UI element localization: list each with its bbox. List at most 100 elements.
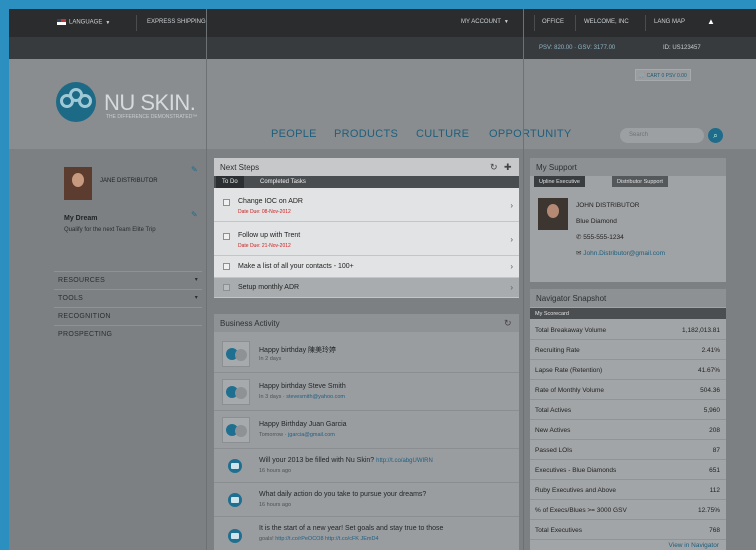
metric-value: 651 — [709, 467, 720, 474]
activity-title: Happy birthday 陳美玲婷 — [259, 347, 337, 354]
birthday-icon — [222, 379, 250, 405]
birthday-icon — [222, 341, 250, 367]
sidebar-item-prospecting[interactable]: PROSPECTING — [54, 325, 202, 343]
task-checkbox[interactable] — [223, 263, 230, 270]
view-in-navigator-link[interactable]: View in Navigator — [669, 542, 719, 549]
activity-title: Will your 2013 be filled with Nu Skin? h… — [259, 457, 433, 464]
metric-row: Rate of Monthly Volume 504.36 — [530, 380, 726, 400]
account-subbar: PSV: 820.00 · GSV: 3177.00 ID: US123457 — [9, 37, 756, 59]
avatar[interactable] — [538, 198, 568, 230]
metric-label: Passed LOIs — [535, 447, 573, 454]
task-due: Date Due: 21-Nov-2012 — [238, 243, 291, 249]
chevron-down-icon: ▼ — [503, 19, 509, 25]
profile-name[interactable]: JANE DISTRIBUTOR — [100, 178, 158, 184]
email-link[interactable]: jgarcia@gmail.com — [288, 432, 335, 438]
search-input[interactable]: Search — [620, 128, 704, 143]
chevron-up-icon[interactable]: ▲ — [707, 17, 715, 26]
refresh-icon[interactable]: ↻ — [504, 318, 512, 329]
divider — [136, 15, 137, 31]
post-link[interactable]: http://t.co/rPeOCO8 http://t.co/cFK JEmD… — [275, 536, 378, 542]
office-link[interactable]: OFFICE — [542, 19, 564, 25]
activity-meta: In 2 days — [259, 356, 282, 362]
my-account-menu[interactable]: MY ACCOUNT ▼ — [461, 19, 509, 25]
metric-label: Ruby Executives and Above — [535, 487, 616, 494]
dream-title: My Dream — [64, 215, 98, 222]
nav-culture[interactable]: CULTURE — [416, 128, 469, 140]
support-email[interactable]: ✉ John.Distributor@gmail.com — [576, 249, 665, 257]
metric-value: 768 — [709, 527, 720, 534]
add-icon[interactable]: ✚ — [504, 162, 512, 173]
activity-item[interactable]: What daily action do you take to pursue … — [214, 483, 519, 517]
welcome-link[interactable]: WELCOME, INC — [584, 19, 629, 25]
metric-row: Executives - Blue Diamonds 651 — [530, 460, 726, 480]
task-row[interactable]: Setup monthly ADR › — [214, 278, 519, 298]
metric-label: Total Executives — [535, 527, 582, 534]
task-row[interactable]: Make a list of all your contacts - 100+ … — [214, 256, 519, 278]
nav-products[interactable]: PRODUCTS — [334, 128, 398, 140]
cart-button[interactable]: 🛒 CART 0 PSV 0.00 — [635, 69, 691, 81]
avatar[interactable] — [64, 167, 92, 200]
tab-to-do[interactable]: To Do — [216, 176, 244, 188]
sidebar-item-tools[interactable]: TOOLS ▾ — [54, 289, 202, 307]
chevron-right-icon[interactable]: › — [510, 262, 513, 271]
panel-title: Next Steps — [214, 158, 519, 176]
task-title: Make a list of all your contacts - 100+ — [238, 263, 354, 270]
nav-opportunity[interactable]: OPPORTUNITY — [489, 128, 572, 140]
metric-value: 208 — [709, 427, 720, 434]
task-title: Setup monthly ADR — [238, 284, 300, 291]
panel-title: Navigator Snapshot — [530, 289, 726, 307]
chevron-down-icon: ▾ — [194, 295, 198, 301]
activity-item[interactable]: Will your 2013 be filled with Nu Skin? h… — [214, 449, 519, 483]
activity-item[interactable]: Happy birthday 陳美玲婷 In 2 days — [214, 336, 519, 373]
birthday-icon — [222, 417, 250, 443]
tab-completed-tasks[interactable]: Completed Tasks — [254, 176, 312, 188]
brand-name[interactable]: NU SKIN. — [104, 90, 196, 116]
refresh-icon[interactable]: ↻ — [490, 162, 498, 173]
activity-item[interactable]: It is the start of a new year! Set goals… — [214, 517, 519, 550]
tab-upline-executive[interactable]: Upline Executive — [534, 176, 585, 187]
metric-row: Lapse Rate (Retention) 41.67% — [530, 360, 726, 380]
metric-row: % of Execs/Blues >= 3000 GSV 12.75% — [530, 500, 726, 520]
chevron-right-icon[interactable]: › — [510, 283, 513, 292]
task-row[interactable]: Change IOC on ADR Date Due: 08-Nov-2012 … — [214, 188, 519, 222]
edit-pencil-icon[interactable]: ✎ — [191, 165, 198, 174]
sidebar-item-recognition[interactable]: RECOGNITION — [54, 307, 202, 325]
post-link[interactable]: http://t.co/abgUWIRN — [376, 458, 433, 464]
support-rank: Blue Diamond — [576, 218, 617, 225]
support-phone[interactable]: ✆ 555-555-1234 — [576, 233, 624, 241]
lang-map-link[interactable]: LANG MAP — [654, 19, 685, 25]
nav-people[interactable]: PEOPLE — [271, 128, 317, 140]
metric-row: Passed LOIs 87 — [530, 440, 726, 460]
chevron-right-icon[interactable]: › — [510, 201, 513, 210]
metric-value: 1,182,013.81 — [682, 327, 720, 334]
sidebar-item-resources[interactable]: RESOURCES ▾ — [54, 271, 202, 289]
edit-pencil-icon[interactable]: ✎ — [191, 210, 198, 219]
tab-bar: To Do Completed Tasks — [214, 176, 519, 188]
email-link[interactable]: stevesmith@yahoo.com — [286, 394, 345, 400]
nu-skin-post-icon — [228, 459, 242, 473]
language-selector[interactable]: LANGUAGE ▼ — [57, 19, 110, 26]
metric-row: Total Actives 5,960 — [530, 400, 726, 420]
express-shipping-link[interactable]: EXPRESS SHIPPING — [147, 19, 206, 25]
metric-value: 112 — [709, 487, 720, 494]
tab-my-scorecard[interactable]: My Scorecard — [530, 308, 726, 319]
chevron-down-icon: ▾ — [194, 277, 198, 283]
tab-distributor-support[interactable]: Distributor Support — [612, 176, 668, 187]
task-row[interactable]: Follow up with Trent Date Due: 21-Nov-20… — [214, 222, 519, 256]
activity-meta: goals! http://t.co/rPeOCO8 http://t.co/c… — [259, 536, 379, 542]
nu-skin-logo-icon[interactable] — [56, 82, 96, 122]
search-icon[interactable]: ⌕ — [708, 128, 723, 143]
task-checkbox[interactable] — [223, 199, 230, 206]
activity-item[interactable]: Happy Birthday Juan Garcia Tomorrow · jg… — [214, 411, 519, 449]
my-support-panel: My Support Upline Executive Distributor … — [530, 158, 726, 282]
divider — [575, 15, 576, 31]
chevron-down-icon: ▼ — [105, 19, 111, 26]
chevron-right-icon[interactable]: › — [510, 235, 513, 244]
panel-title: Business Activity — [214, 314, 519, 332]
navigator-snapshot-panel: Navigator Snapshot My Scorecard Total Br… — [530, 289, 726, 550]
activity-item[interactable]: Happy birthday Steve Smith In 3 days · s… — [214, 373, 519, 411]
task-checkbox[interactable] — [223, 284, 230, 291]
metric-value: 41.67% — [697, 367, 720, 374]
activity-meta: 16 hours ago — [259, 468, 292, 474]
task-checkbox[interactable] — [223, 233, 230, 240]
